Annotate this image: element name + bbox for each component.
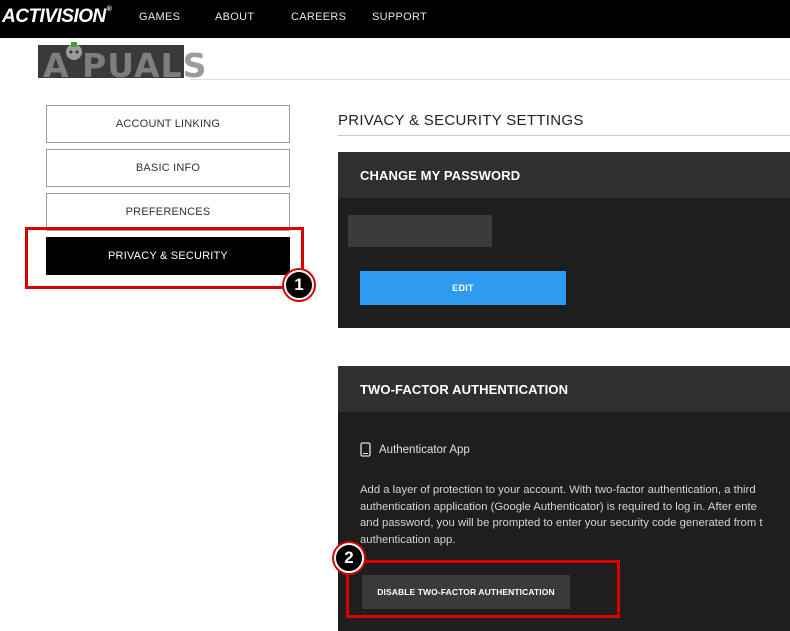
sidebar-item-preferences[interactable]: PREFERENCES [46,193,290,231]
step-badge-1: 1 [284,270,314,300]
title-divider [338,135,790,136]
header-divider [190,79,790,80]
top-nav-bar: ACTIVISION® GAMES ABOUT CAREERS SUPPORT [0,0,790,38]
logo-trademark: ® [106,6,112,13]
activision-logo[interactable]: ACTIVISION® [2,6,112,28]
step-badge-2: 2 [334,543,364,573]
description-line: authentication application (Google Authe… [360,500,757,513]
two-factor-heading: TWO-FACTOR AUTHENTICATION [338,366,790,412]
sidebar-item-basic-info[interactable]: BASIC INFO [46,149,290,187]
description-line: Add a layer of protection to your accoun… [360,484,756,496]
highlight-box-step2 [346,560,620,618]
phone-icon [360,442,371,457]
description-line: authentication app. [360,533,456,546]
description-line: and password, you will be prompted to en… [360,517,763,529]
page-title: PRIVACY & SECURITY SETTINGS [338,112,584,129]
authenticator-app-row: Authenticator App [360,442,470,457]
nav-about[interactable]: ABOUT [215,11,254,23]
sidebar-item-account-linking[interactable]: ACCOUNT LINKING [46,105,290,143]
highlight-box-step1 [25,227,304,289]
nav-games[interactable]: GAMES [139,11,180,23]
nav-support[interactable]: SUPPORT [372,11,427,23]
edit-password-button[interactable]: EDIT [360,271,566,305]
change-password-heading: CHANGE MY PASSWORD [338,152,790,198]
authenticator-app-label: Authenticator App [379,443,470,456]
watermark-mascot-icon [66,42,82,60]
two-factor-description: Add a layer of protection to your accoun… [360,482,790,548]
masked-password-field [348,215,492,247]
nav-careers[interactable]: CAREERS [291,11,346,23]
change-password-panel: CHANGE MY PASSWORD EDIT [338,152,790,328]
